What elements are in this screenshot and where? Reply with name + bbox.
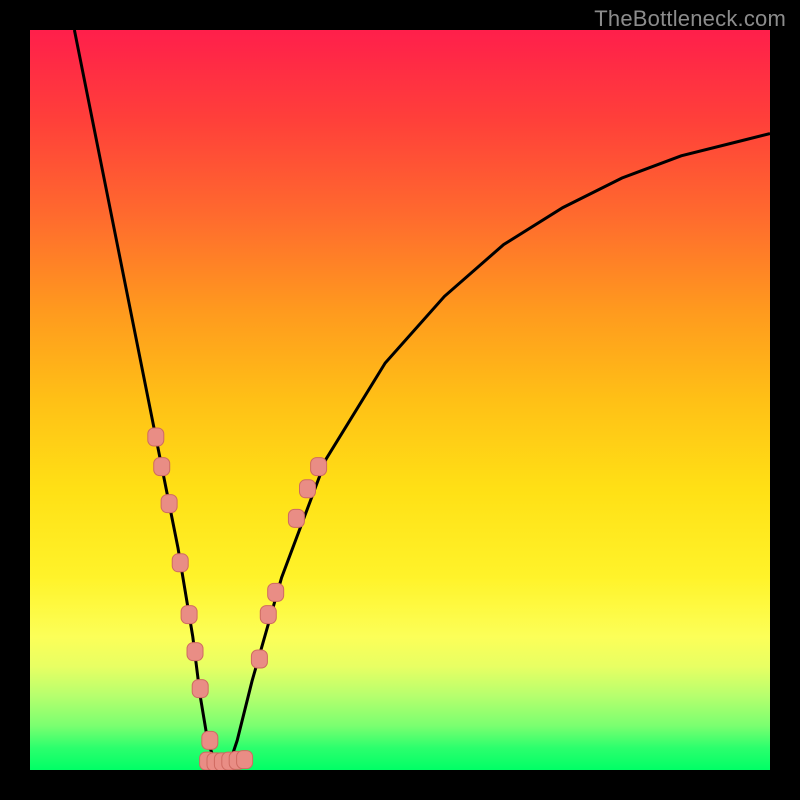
curve-marker — [187, 643, 203, 661]
curve-marker — [202, 731, 218, 749]
curve-marker — [288, 509, 304, 527]
curve-marker — [260, 606, 276, 624]
curve-marker — [300, 480, 316, 498]
plot-area — [30, 30, 770, 770]
bottleneck-curve — [74, 30, 770, 770]
curve-marker — [172, 554, 188, 572]
curve-marker — [161, 495, 177, 513]
curve-marker — [251, 650, 267, 668]
chart-frame: TheBottleneck.com — [0, 0, 800, 800]
curve-marker — [192, 680, 208, 698]
curve-marker — [148, 428, 164, 446]
curve-marker — [154, 458, 170, 476]
markers-group — [148, 428, 327, 770]
curve-marker — [311, 458, 327, 476]
watermark-text: TheBottleneck.com — [594, 6, 786, 32]
curve-marker — [268, 583, 284, 601]
curve-marker — [181, 606, 197, 624]
chart-svg — [30, 30, 770, 770]
curve-marker — [237, 751, 253, 769]
